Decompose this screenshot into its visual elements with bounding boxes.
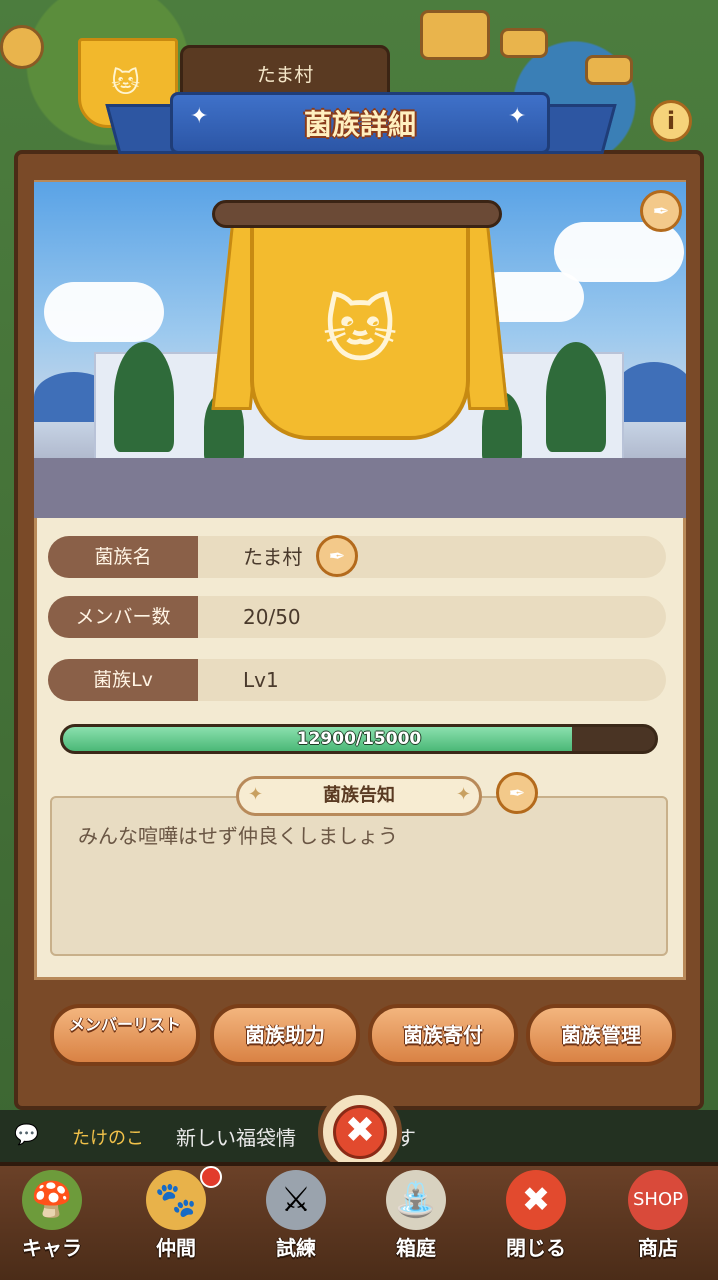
nav-item-close[interactable]: ✖ 閉じる (486, 1170, 586, 1276)
castle-dome (614, 362, 686, 422)
member-count-row: メンバー数 20/50 (48, 596, 666, 638)
clan-name-label: 菌族名 (48, 536, 198, 578)
nav-label: 仲間 (156, 1236, 196, 1260)
garden-icon: ⛲ (386, 1170, 446, 1230)
nav-label: 箱庭 (396, 1236, 436, 1260)
clan-donate-button[interactable]: 菌族寄付 (368, 1004, 518, 1066)
info-button[interactable]: i (650, 100, 692, 142)
map-mushroom-house (0, 25, 44, 69)
map-house (420, 10, 490, 60)
cat-emblem-icon: 🐱 (111, 66, 141, 99)
nav-label: キャラ (22, 1236, 82, 1260)
mushroom-icon: 🍄 (22, 1170, 82, 1230)
paw-icon: 🐾 (146, 1170, 206, 1230)
sparkle-icon: ✦ (248, 784, 264, 805)
crossed-swords-icon: ⚔ (266, 1170, 326, 1230)
member-count-value: 20/50 (243, 605, 301, 629)
clan-level-row: 菌族Lv Lv1 (48, 659, 666, 701)
sparkle-icon: ✦ (508, 104, 527, 129)
nav-label: 閉じる (506, 1236, 566, 1260)
nav-item-nakama[interactable]: 🐾 仲間 (126, 1166, 226, 1276)
chat-bubble-icon: 💬 (14, 1122, 39, 1146)
clan-manage-button[interactable]: 菌族管理 (526, 1004, 676, 1066)
edit-banner-feather-icon[interactable]: ✒ (640, 190, 682, 232)
nav-label: 試練 (276, 1236, 316, 1260)
clan-support-button[interactable]: 菌族助力 (210, 1004, 360, 1066)
close-icon: ✖ (333, 1105, 387, 1159)
clan-exp-progress: 12900/15000 (60, 724, 658, 754)
sparkle-icon: ✦ (456, 784, 472, 805)
page-title: 菌族詳細 (303, 108, 416, 141)
shop-icon: SHOP (628, 1170, 688, 1230)
clan-notice-text: みんな喧嘩はせず仲良くしましょう (78, 824, 398, 848)
clan-name-value: たま村 (243, 545, 303, 569)
map-crate (500, 28, 548, 58)
cat-emblem-icon: 🐱 (322, 288, 398, 372)
clan-level-value: Lv1 (243, 668, 279, 692)
nav-label: 商店 (638, 1236, 678, 1260)
chat-sender: たけのこ (72, 1128, 144, 1149)
notification-badge (200, 1166, 222, 1188)
tree (114, 342, 174, 452)
edit-name-feather-icon[interactable]: ✒ (316, 535, 358, 577)
tree (546, 342, 606, 452)
sparkle-icon: ✦ (190, 104, 209, 129)
village-name-tag-label: たま村 (256, 64, 314, 86)
clan-exp-text: 12900/15000 (296, 729, 422, 749)
clan-banner-pole (212, 200, 502, 228)
nav-item-shop[interactable]: SHOP 商店 (608, 1170, 708, 1276)
nav-item-chara[interactable]: 🍄 キャラ (2, 1170, 102, 1276)
nav-item-hakoniwa[interactable]: ⛲ 箱庭 (366, 1170, 466, 1276)
title-ribbon: 菌族詳細 (170, 92, 550, 154)
member-count-label: メンバー数 (48, 596, 198, 638)
ground (34, 458, 686, 518)
close-icon: ✖ (506, 1170, 566, 1230)
nav-item-shiren[interactable]: ⚔ 試練 (246, 1170, 346, 1276)
clan-notice-title: 菌族告知 (236, 776, 482, 816)
edit-notice-feather-icon[interactable]: ✒ (496, 772, 538, 814)
map-crate (585, 55, 633, 85)
clan-level-label: 菌族Lv (48, 659, 198, 701)
member-list-button[interactable]: メンバーリスト (50, 1004, 200, 1066)
cloud (44, 282, 164, 342)
